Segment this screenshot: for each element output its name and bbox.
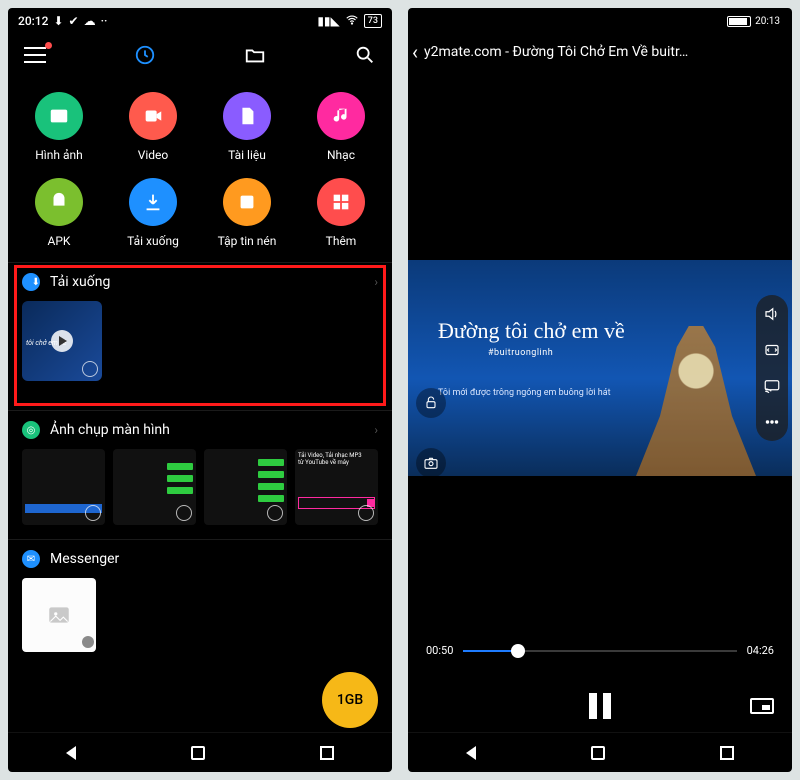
screenshot-badge-icon: ◎ [22, 421, 40, 439]
storage-fab[interactable]: 1GB [322, 672, 378, 728]
screenshot-thumb[interactable] [113, 449, 196, 525]
category-label: Tài liệu [228, 148, 266, 162]
section-downloads[interactable]: ⬇ Tải xuống › tôi chở em về [8, 262, 392, 410]
status-bar: 20:13 [408, 8, 792, 34]
category-label: Tải xuống [127, 234, 179, 248]
pause-button[interactable] [589, 693, 611, 719]
zip-icon: ZIP [223, 178, 271, 226]
music-icon [317, 92, 365, 140]
category-label: APK [48, 234, 71, 248]
nav-back-icon[interactable] [466, 746, 476, 760]
screenshot-thumb[interactable]: Tải Video, Tải nhạc MP3 từ YouTube về má… [295, 449, 378, 525]
download-indicator-icon: ⬇ [53, 14, 63, 28]
system-navbar [8, 732, 392, 772]
nav-home-icon[interactable] [591, 746, 605, 760]
svg-text:ZIP: ZIP [242, 199, 252, 207]
back-button[interactable]: ‹ [412, 40, 418, 64]
phone-right-video-player: 20:13 ‹ y2mate.com - Đường Tôi Chở Em Về… [408, 8, 792, 772]
phone-left-file-manager: 20:12 ⬇ ✔ ☁ ·· ▮▮◣ 73 Hình ảnh Video Tài… [8, 8, 392, 772]
video-overlay-subtitle: #buitruonglinh [488, 348, 553, 358]
category-video[interactable]: Video [106, 92, 200, 162]
video-overlay-title: Đường tôi chở em về [438, 318, 625, 344]
storage-fab-label: 1GB [337, 692, 363, 708]
doc-icon [223, 92, 271, 140]
category-grid: Hình ảnh Video Tài liệu Nhạc APK Tải xuố… [8, 76, 392, 262]
side-control-panel [756, 295, 788, 441]
nav-home-icon[interactable] [191, 746, 205, 760]
time-total: 04:26 [747, 644, 774, 657]
time-current: 00:50 [426, 644, 453, 657]
screenshot-thumb[interactable] [204, 449, 287, 525]
rotate-icon[interactable] [763, 341, 781, 359]
more-icon[interactable] [763, 413, 781, 431]
section-messenger[interactable]: ✉ Messenger [8, 539, 392, 666]
status-bar: 20:12 ⬇ ✔ ☁ ·· ▮▮◣ 73 [8, 8, 392, 34]
download-thumbnail[interactable]: tôi chở em về [22, 301, 102, 381]
category-doc[interactable]: Tài liệu [200, 92, 294, 162]
category-apk[interactable]: APK [12, 178, 106, 248]
category-label: Thêm [326, 234, 357, 248]
signal-icon: ▮▮◣ [317, 14, 339, 28]
system-navbar [408, 732, 792, 772]
section-messenger-title: Messenger [50, 551, 119, 567]
section-screenshots[interactable]: ◎ Ảnh chụp màn hình › Tải Video, Tải nhạ… [8, 410, 392, 539]
video-surface[interactable]: Đường tôi chở em về #buitruonglinh Tôi m… [408, 260, 792, 476]
download-icon [129, 178, 177, 226]
nav-recent-icon[interactable] [320, 746, 334, 760]
category-download[interactable]: Tải xuống [106, 178, 200, 248]
nav-recent-icon[interactable] [720, 746, 734, 760]
category-label: Tập tin nén [218, 234, 277, 248]
menu-button[interactable] [24, 47, 46, 63]
check-indicator-icon: ✔ [69, 14, 79, 28]
category-more[interactable]: Thêm [294, 178, 388, 248]
search-icon[interactable] [354, 44, 376, 66]
wifi-icon [345, 13, 359, 30]
nav-back-icon[interactable] [66, 746, 76, 760]
battery-indicator: 73 [364, 14, 382, 28]
video-artwork [636, 326, 756, 476]
category-label: Nhạc [327, 148, 355, 162]
thumb-dot-icon [82, 636, 94, 648]
download-badge-icon: ⬇ [22, 273, 40, 291]
video-overlay-lyric: Tôi mới được trông ngóng em buông lời há… [438, 388, 611, 398]
video-title: y2mate.com - Đường Tôi Chở Em Về buitr… [424, 44, 784, 60]
notification-dot-icon [45, 42, 52, 49]
video-icon [129, 92, 177, 140]
section-screenshots-title: Ảnh chụp màn hình [50, 422, 170, 438]
category-image[interactable]: Hình ảnh [12, 92, 106, 162]
battery-icon [727, 16, 751, 27]
category-label: Video [138, 148, 169, 162]
status-time: 20:13 [755, 16, 780, 27]
player-topbar: ‹ y2mate.com - Đường Tôi Chở Em Về buitr… [408, 34, 792, 70]
category-label: Hình ảnh [35, 148, 83, 162]
folder-icon[interactable] [244, 44, 266, 66]
section-downloads-title: Tải xuống [50, 274, 110, 290]
more-notifications-icon: ·· [101, 14, 108, 28]
status-time: 20:12 [18, 14, 48, 28]
apk-icon [35, 178, 83, 226]
playback-controls [408, 676, 792, 736]
progress-bar[interactable]: 00:50 04:26 [408, 644, 792, 657]
seek-knob[interactable] [511, 644, 525, 658]
volume-icon[interactable] [763, 305, 781, 323]
recent-icon[interactable] [134, 44, 156, 66]
screenshot-button[interactable] [416, 448, 446, 478]
lock-button[interactable] [416, 388, 446, 418]
app-toolbar [8, 34, 392, 76]
category-music[interactable]: Nhạc [294, 92, 388, 162]
image-icon [35, 92, 83, 140]
cast-icon[interactable] [763, 377, 781, 395]
messenger-badge-icon: ✉ [22, 550, 40, 568]
more-icon [317, 178, 365, 226]
seek-track[interactable] [463, 650, 736, 652]
screenshot-thumb[interactable] [22, 449, 105, 525]
chevron-right-icon: › [374, 423, 378, 437]
image-placeholder-icon [46, 602, 72, 628]
messenger-indicator-icon: ☁ [84, 14, 96, 28]
category-zip[interactable]: ZIP Tập tin nén [200, 178, 294, 248]
play-icon [51, 330, 73, 352]
select-circle-icon [82, 361, 98, 377]
pip-button[interactable] [750, 698, 774, 714]
chevron-right-icon: › [374, 275, 378, 289]
